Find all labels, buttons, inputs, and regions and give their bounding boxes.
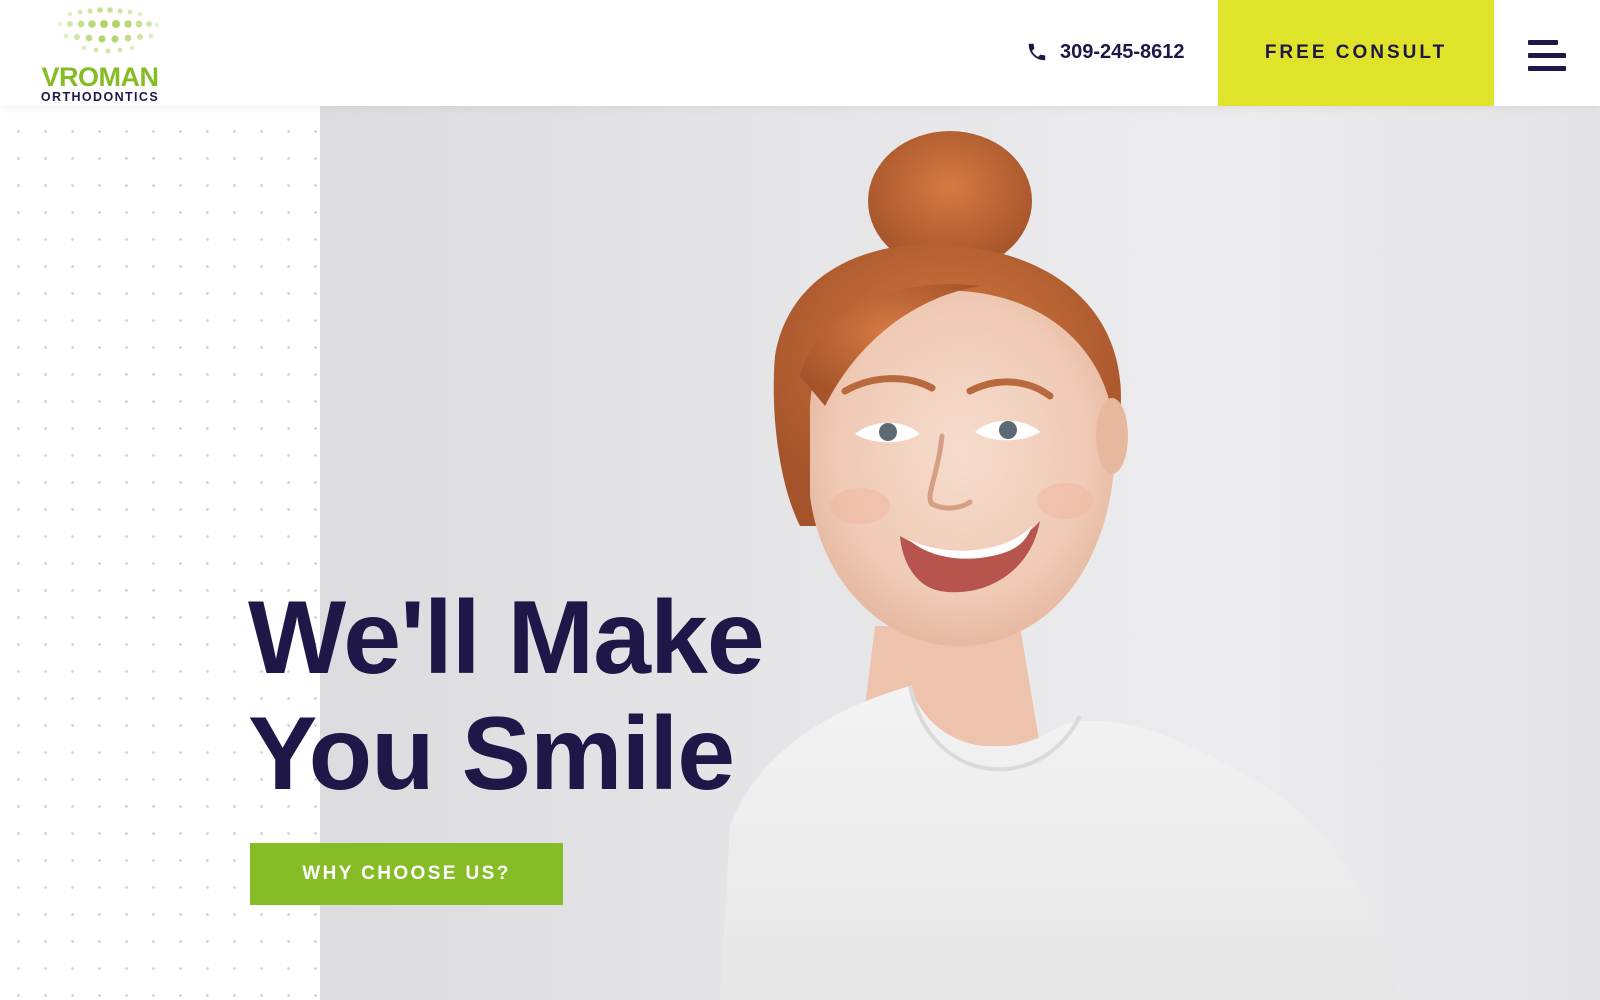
hero-section: We'll Make You Smile WHY CHOOSE US? (0, 106, 1600, 1000)
site-logo[interactable]: VROMAN ORTHODONTICS (24, 6, 184, 104)
phone-icon (1028, 43, 1046, 61)
phone-number: 309-245-8612 (1060, 40, 1185, 63)
hero-headline: We'll Make You Smile (248, 580, 765, 812)
logo-subtitle: ORTHODONTICS (40, 90, 160, 104)
free-consult-button[interactable]: FREE CONSULT (1218, 0, 1494, 106)
headline-line-2: You Smile (248, 696, 735, 812)
logo-smile-dots-icon (57, 7, 160, 54)
headline-line-1: We'll Make (248, 580, 765, 696)
why-choose-us-button[interactable]: WHY CHOOSE US? (250, 843, 563, 905)
hamburger-menu-icon[interactable] (1524, 36, 1568, 76)
phone-link[interactable]: 309-245-8612 (1026, 36, 1185, 68)
logo-name: VROMAN (41, 62, 160, 92)
site-header: VROMAN ORTHODONTICS 309-245-8612 FREE CO… (0, 0, 1600, 106)
